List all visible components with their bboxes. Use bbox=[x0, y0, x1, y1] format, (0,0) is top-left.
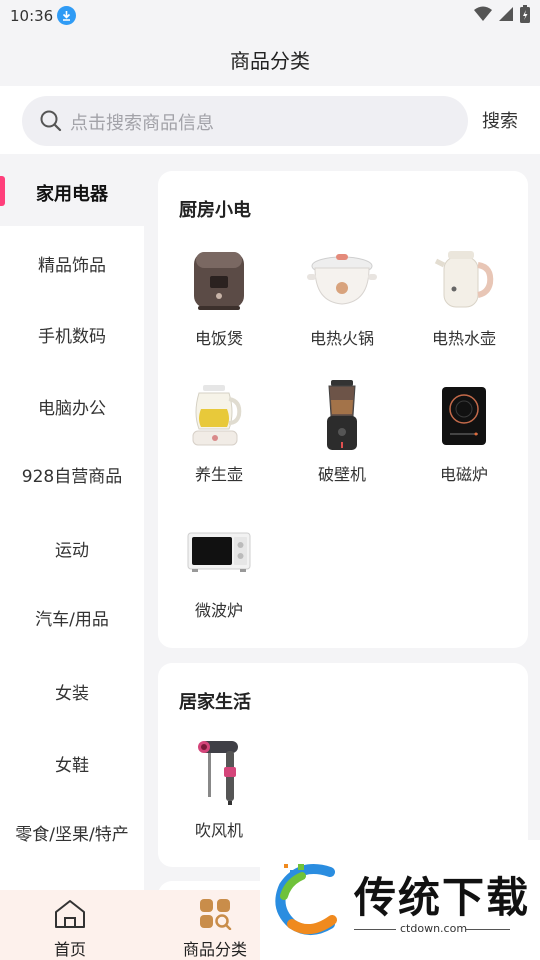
search-button[interactable]: 搜索 bbox=[482, 107, 518, 133]
search-placeholder: 点击搜索商品信息 bbox=[70, 113, 214, 134]
kettle-icon bbox=[429, 245, 499, 315]
sidebar-item-snacks[interactable]: 零食/坚果/特产 bbox=[0, 820, 144, 845]
product-name: 电磁炉 bbox=[439, 465, 488, 484]
product-item[interactable]: 电热水壶 bbox=[404, 245, 524, 349]
section-title: 厨房小电 bbox=[179, 200, 251, 221]
home-icon bbox=[55, 900, 85, 928]
watermark-url: ctdown.com bbox=[400, 922, 468, 935]
title-bar: 商品分类 bbox=[0, 32, 540, 86]
tab-home[interactable]: 首页 bbox=[15, 898, 125, 960]
product-item[interactable]: 养生壶 bbox=[159, 381, 279, 485]
hair-dryer-icon bbox=[184, 737, 254, 807]
product-item[interactable]: 吹风机 bbox=[159, 737, 279, 841]
product-name: 电饭煲 bbox=[194, 329, 243, 348]
status-time: 10:36 bbox=[10, 7, 54, 25]
product-name: 吹风机 bbox=[194, 821, 243, 840]
watermark-text: 传统下载 bbox=[354, 873, 531, 922]
signal-icon bbox=[499, 7, 513, 21]
microwave-icon bbox=[184, 517, 254, 587]
sidebar-item-womens-shoes[interactable]: 女鞋 bbox=[0, 751, 144, 776]
section-title: 居家生活 bbox=[179, 692, 251, 713]
tab-home-label: 首页 bbox=[53, 940, 86, 959]
tab-categories-label: 商品分类 bbox=[182, 940, 247, 959]
page-title: 商品分类 bbox=[230, 48, 310, 73]
category-icon bbox=[200, 899, 232, 931]
product-name: 破壁机 bbox=[317, 465, 366, 484]
watermark-logo: 传统下载 ctdown.com bbox=[260, 840, 540, 960]
product-name: 养生壶 bbox=[194, 465, 243, 484]
tab-categories[interactable]: 商品分类 bbox=[160, 898, 270, 960]
hot-pot-icon bbox=[307, 245, 377, 315]
sidebar-item-auto[interactable]: 汽车/用品 bbox=[0, 605, 144, 630]
product-name: 电热水壶 bbox=[431, 329, 496, 348]
category-sidebar: 家用电器 精品饰品 手机数码 电脑办公 928自营商品 运动 汽车/用品 女装 … bbox=[0, 154, 144, 890]
section-card-kitchen: 厨房小电 电饭煲 电热火锅 电热水壶 养生壶 破壁机 电磁炉 微波炉 bbox=[158, 171, 528, 648]
product-item[interactable]: 电热火锅 bbox=[282, 245, 402, 349]
sidebar-item-womens-clothing[interactable]: 女装 bbox=[0, 679, 144, 704]
blender-icon bbox=[307, 380, 377, 451]
search-area: 点击搜索商品信息 搜索 bbox=[0, 86, 540, 154]
battery-icon bbox=[520, 5, 530, 23]
product-item[interactable]: 破壁机 bbox=[282, 380, 402, 485]
induction-cooker-icon bbox=[429, 381, 499, 451]
wifi-icon bbox=[474, 6, 492, 21]
sidebar-item-sports[interactable]: 运动 bbox=[0, 536, 144, 561]
product-name: 电热火锅 bbox=[309, 329, 374, 348]
download-icon bbox=[57, 6, 76, 25]
watermark-divider bbox=[466, 929, 510, 930]
sidebar-item-928-self[interactable]: 928自营商品 bbox=[0, 462, 144, 487]
sidebar-item-jewelry[interactable]: 精品饰品 bbox=[0, 251, 144, 276]
health-pot-icon bbox=[184, 381, 254, 451]
sidebar-item-digital[interactable]: 手机数码 bbox=[0, 322, 144, 347]
product-name: 微波炉 bbox=[194, 601, 243, 620]
search-input[interactable]: 点击搜索商品信息 bbox=[22, 96, 468, 146]
sidebar-item-appliances[interactable]: 家用电器 bbox=[0, 180, 144, 206]
status-bar: 10:36 bbox=[0, 0, 540, 32]
watermark-logo-icon bbox=[275, 864, 337, 935]
product-item[interactable]: 电磁炉 bbox=[404, 381, 524, 485]
sidebar-item-computer[interactable]: 电脑办公 bbox=[0, 394, 144, 419]
product-item[interactable]: 电饭煲 bbox=[159, 245, 279, 349]
search-icon bbox=[40, 110, 62, 132]
section-card-home-life: 居家生活 吹风机 bbox=[158, 663, 528, 867]
rice-cooker-icon bbox=[184, 245, 254, 315]
watermark-divider bbox=[354, 929, 396, 930]
product-item[interactable]: 微波炉 bbox=[159, 517, 279, 621]
